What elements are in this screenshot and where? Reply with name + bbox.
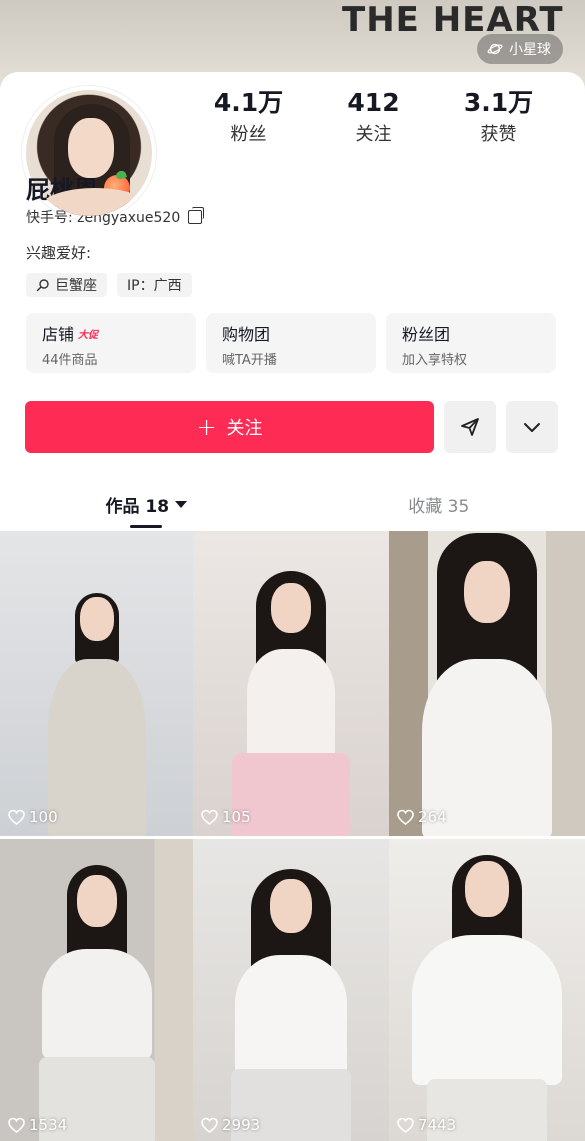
heart-icon (201, 809, 218, 825)
heart-icon (397, 809, 414, 825)
content-tabs: 作品 18 收藏 35 (0, 478, 585, 530)
feature-sub: 喊TA开播 (222, 353, 277, 368)
stat-likes[interactable]: 3.1万 获赞 (436, 88, 561, 146)
plus-icon: + (196, 413, 217, 441)
tab-favorites[interactable]: 收藏 35 (293, 478, 585, 530)
promo-badge: 大促 (78, 329, 99, 341)
profile-card: 4.1万 粉丝 412 关注 3.1万 获赞 屁桃恩 快手号: zengyaxu… (0, 72, 585, 542)
likes-value: 1534 (29, 1116, 68, 1134)
heart-icon (397, 1117, 414, 1133)
video-thumbnail[interactable]: 1534 (0, 839, 193, 1141)
heart-icon (201, 1117, 218, 1133)
tag-label: IP：广西 (127, 278, 182, 294)
video-thumbnail[interactable]: 7443 (389, 839, 585, 1141)
likes-value: 105 (222, 808, 251, 826)
stat-label: 粉丝 (230, 124, 267, 145)
heart-icon (8, 809, 25, 825)
feature-fan-group[interactable]: 粉丝团 加入享特权 (386, 313, 556, 373)
tab-works[interactable]: 作品 18 (0, 478, 293, 530)
profile-actions: + 关注 (25, 401, 558, 453)
stat-followers[interactable]: 4.1万 粉丝 (186, 88, 311, 146)
likes-value: 2993 (222, 1116, 261, 1134)
chevron-down-icon (524, 423, 540, 432)
feature-title: 粉丝团 (402, 325, 451, 344)
planet-label: 小星球 (509, 42, 551, 58)
likes-value: 264 (418, 808, 447, 826)
hobby-text: 兴趣爱好: (26, 244, 92, 262)
likes-count: 7443 (397, 1116, 456, 1134)
feature-title: 店铺 (42, 325, 75, 344)
video-thumbnail[interactable]: 2993 (193, 839, 389, 1141)
likes-value: 7443 (418, 1116, 457, 1134)
likes-count: 105 (201, 808, 251, 826)
message-button[interactable] (444, 401, 496, 453)
stat-label: 关注 (355, 124, 392, 145)
likes-count: 100 (8, 808, 58, 826)
likes-count: 2993 (201, 1116, 260, 1134)
follow-label: 关注 (226, 418, 263, 439)
feature-sub: 加入享特权 (402, 353, 468, 368)
profile-stats: 4.1万 粉丝 412 关注 3.1万 获赞 (186, 88, 561, 146)
planet-button[interactable]: 小星球 (477, 34, 563, 64)
works-grid: 100 105 264 1534 2993 7443 (0, 531, 585, 1141)
tag-zodiac: 巨蟹座 (26, 273, 107, 297)
video-thumbnail[interactable]: 264 (389, 531, 585, 836)
caret-down-icon (175, 500, 188, 508)
profile-tags: 巨蟹座 IP：广西 (26, 273, 192, 297)
stat-following[interactable]: 412 关注 (311, 88, 436, 146)
likes-count: 1534 (8, 1116, 67, 1134)
search-icon (36, 279, 49, 292)
copy-icon[interactable] (188, 207, 205, 224)
more-button[interactable] (506, 401, 558, 453)
tab-label: 作品 18 (105, 496, 170, 517)
feature-sub: 44件商品 (42, 353, 98, 368)
video-thumbnail[interactable]: 100 (0, 531, 193, 836)
feature-shopping-group[interactable]: 购物团 喊TA开播 (206, 313, 376, 373)
feature-title: 购物团 (222, 325, 271, 344)
likes-count: 264 (397, 808, 447, 826)
send-icon (461, 418, 479, 436)
feature-cards: 店铺 大促 44件商品 购物团 喊TA开播 粉丝团 加入享特权 (26, 313, 556, 373)
planet-icon (487, 43, 503, 55)
stat-value: 3.1万 (463, 88, 534, 117)
video-thumbnail[interactable]: 105 (193, 531, 389, 836)
heart-icon (8, 1117, 25, 1133)
tag-ip: IP：广西 (117, 273, 192, 297)
tab-label: 收藏 35 (408, 496, 470, 517)
stat-value: 412 (347, 88, 400, 117)
follow-button[interactable]: + 关注 (25, 401, 434, 453)
tag-label: 巨蟹座 (55, 278, 97, 294)
feature-shop[interactable]: 店铺 大促 44件商品 (26, 313, 196, 373)
likes-value: 100 (29, 808, 58, 826)
stat-label: 获赞 (480, 124, 517, 145)
stat-value: 4.1万 (213, 88, 284, 117)
